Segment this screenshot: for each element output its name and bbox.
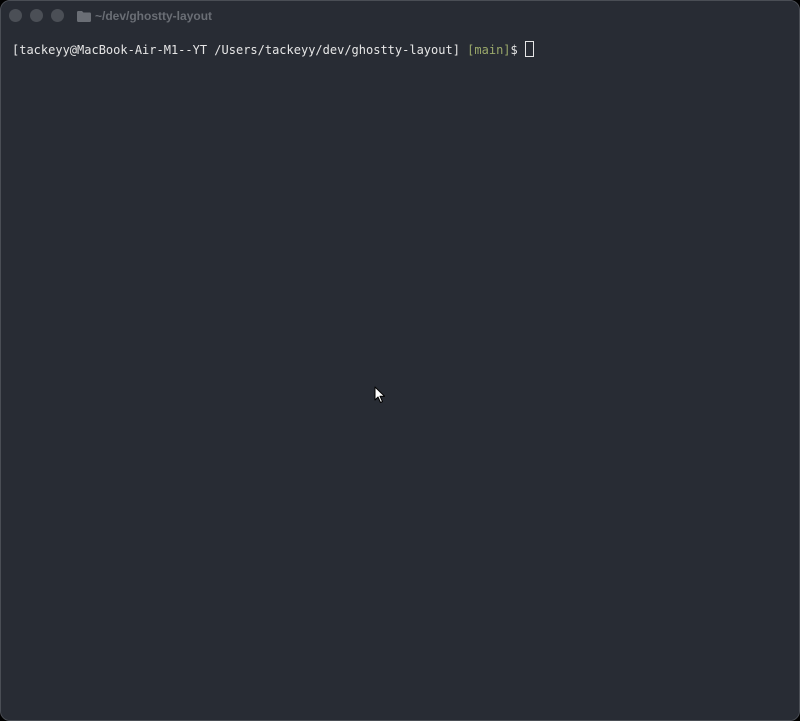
- folder-icon: [77, 10, 91, 22]
- zoom-button[interactable]: [51, 9, 64, 22]
- terminal-area[interactable]: [tackeyy@MacBook-Air-M1--YT /Users/tacke…: [1, 31, 799, 720]
- terminal-window: ~/dev/ghostty-layout [tackeyy@MacBook-Ai…: [0, 0, 800, 721]
- git-branch: [main]: [467, 43, 511, 57]
- close-button[interactable]: [9, 9, 22, 22]
- prompt-line: [tackeyy@MacBook-Air-M1--YT /Users/tacke…: [12, 41, 534, 58]
- window-title-text: ~/dev/ghostty-layout: [95, 9, 213, 23]
- window-title: ~/dev/ghostty-layout: [77, 8, 212, 24]
- title-bar[interactable]: ~/dev/ghostty-layout: [1, 1, 799, 31]
- prompt-symbol: $: [510, 43, 518, 57]
- text-cursor: [525, 41, 534, 57]
- prompt-prefix: [tackeyy@MacBook-Air-M1--YT /Users/tacke…: [12, 43, 460, 57]
- minimize-button[interactable]: [30, 9, 43, 22]
- mouse-pointer-icon: [374, 386, 385, 403]
